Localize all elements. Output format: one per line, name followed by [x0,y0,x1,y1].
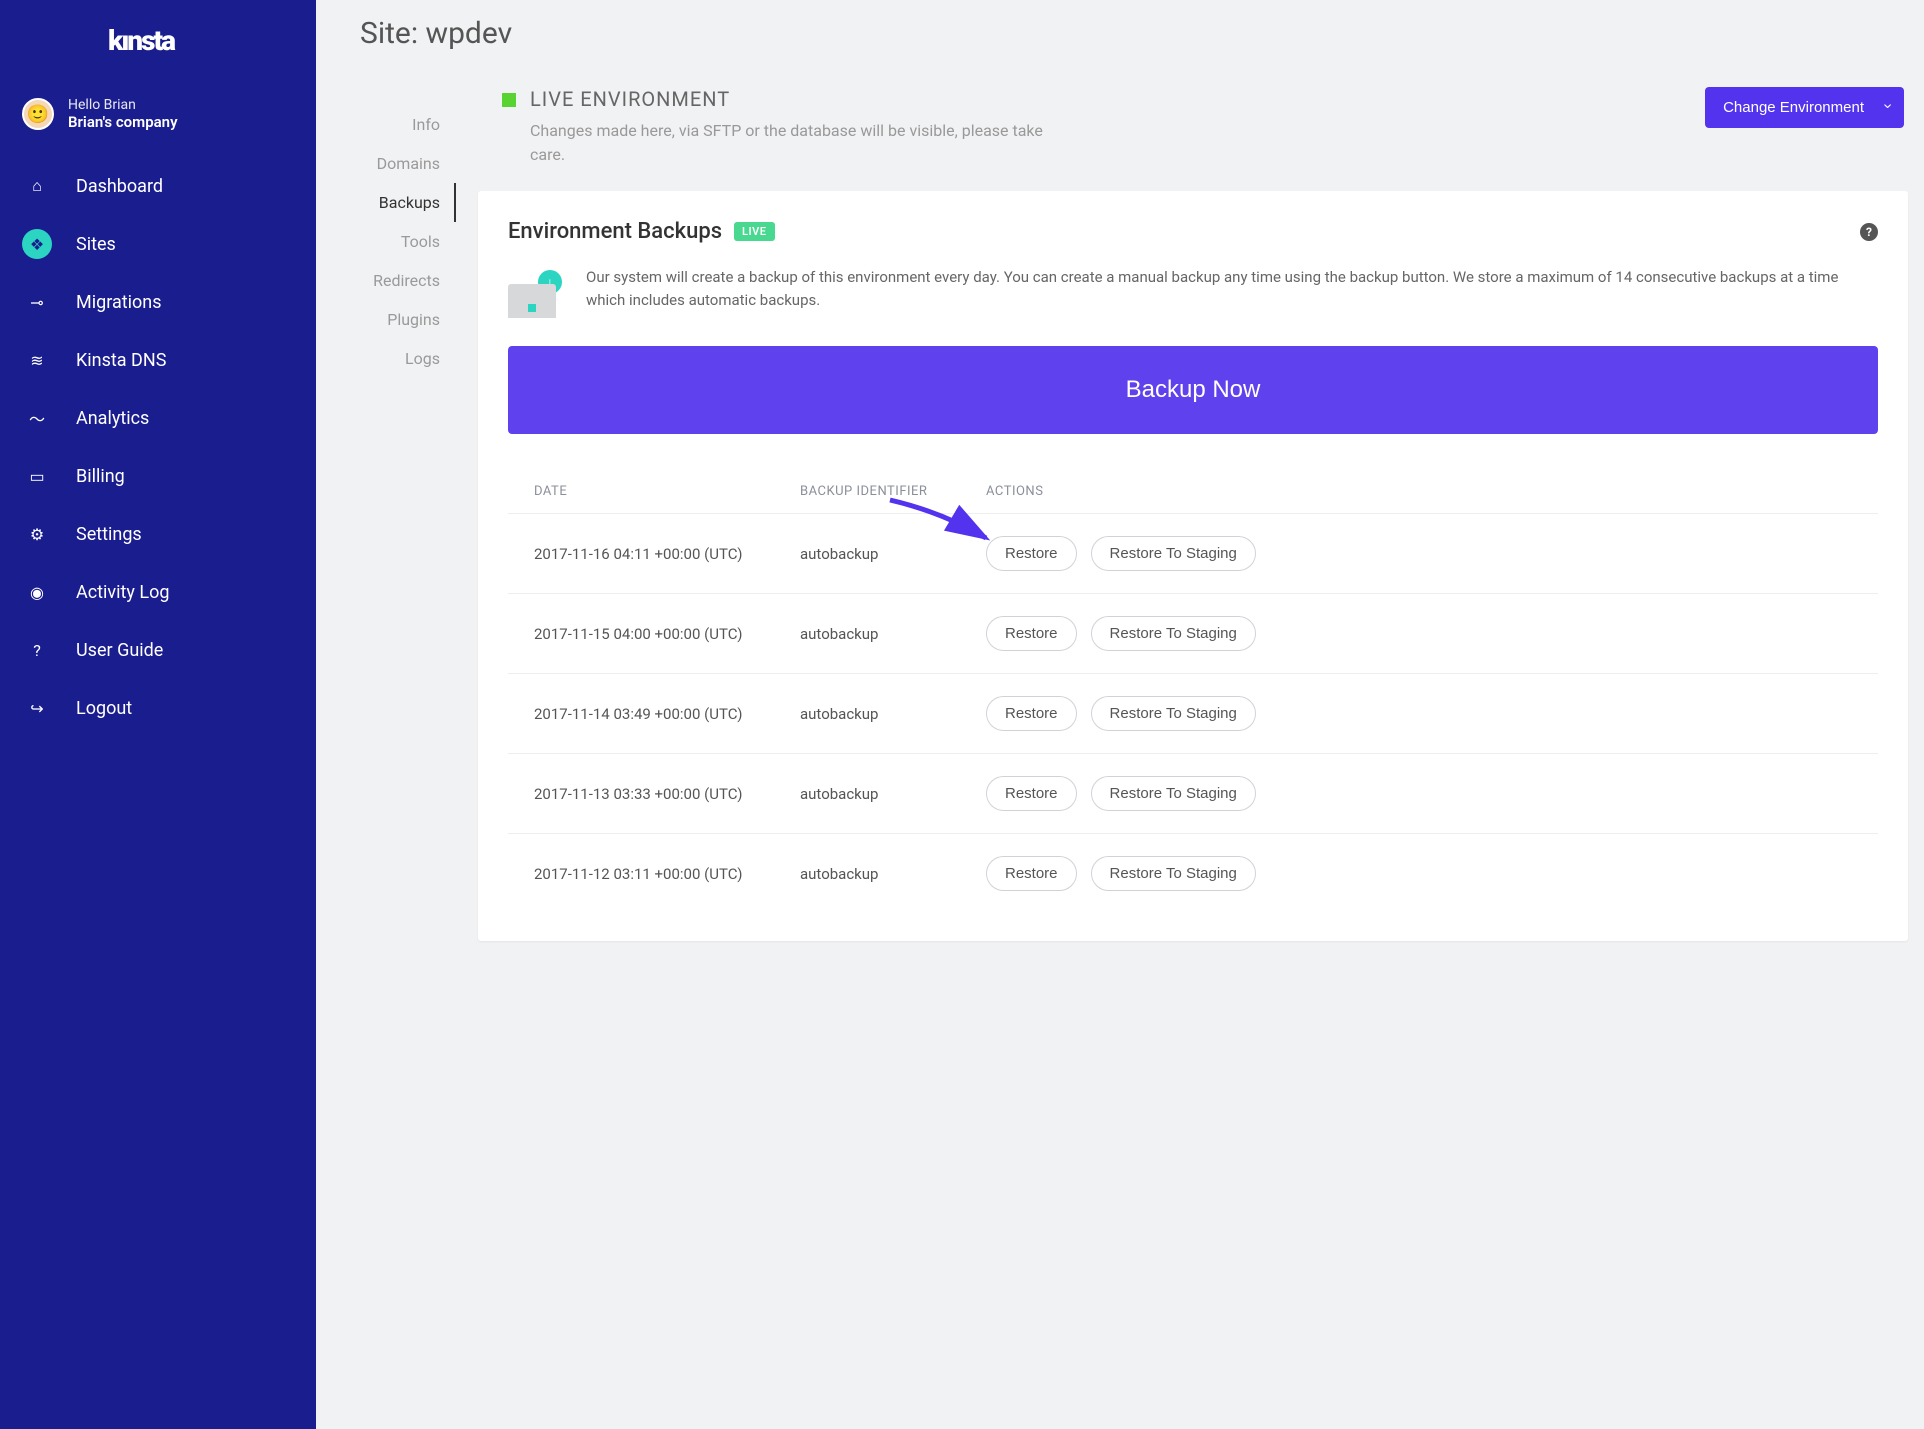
backup-illustration-icon: ↓ [508,266,564,318]
backups-table-header: DATE BACKUP IDENTIFIER ACTIONS [508,474,1878,514]
restore-to-staging-button[interactable]: Restore To Staging [1091,536,1256,571]
restore-to-staging-button[interactable]: Restore To Staging [1091,696,1256,731]
card-title: Environment Backups [508,219,722,244]
subnav-redirects[interactable]: Redirects [360,261,456,300]
table-row: 2017-11-13 03:33 +00:00 (UTC) autobackup… [508,754,1878,834]
backup-identifier: autobackup [800,785,986,803]
backup-identifier: autobackup [800,865,986,883]
table-row: 2017-11-15 04:00 +00:00 (UTC) autobackup… [508,594,1878,674]
environment-header: LIVE ENVIRONMENT Changes made here, via … [478,87,1908,191]
nav-label: Kinsta DNS [76,350,166,371]
backup-date: 2017-11-15 04:00 +00:00 (UTC) [534,625,800,643]
nav-billing[interactable]: ▭ Billing [0,447,316,505]
subnav-plugins[interactable]: Plugins [360,300,456,339]
col-header-identifier: BACKUP IDENTIFIER [800,484,986,499]
nav-sites[interactable]: ❖ Sites [0,215,316,273]
subnav-domains[interactable]: Domains [360,144,456,183]
backup-date: 2017-11-14 03:49 +00:00 (UTC) [534,705,800,723]
restore-to-staging-button[interactable]: Restore To Staging [1091,616,1256,651]
site-subnav: Info Domains Backups Tools Redirects Plu… [360,87,456,378]
restore-to-staging-button[interactable]: Restore To Staging [1091,856,1256,891]
restore-to-staging-button[interactable]: Restore To Staging [1091,776,1256,811]
backups-card: Environment Backups LIVE ? ↓ Our system … [478,191,1908,941]
main: Site: wpdev Info Domains Backups Tools R… [316,0,1924,1429]
restore-button[interactable]: Restore [986,696,1077,731]
nav-kinsta-dns[interactable]: ≋ Kinsta DNS [0,331,316,389]
nav-analytics[interactable]: 〜 Analytics [0,389,316,447]
backup-date: 2017-11-16 04:11 +00:00 (UTC) [534,545,800,563]
dns-icon: ≋ [22,345,52,375]
nav-label: Dashboard [76,176,163,197]
backup-now-button[interactable]: Backup Now [508,346,1878,434]
nav-label: Analytics [76,408,149,429]
table-row: 2017-11-12 03:11 +00:00 (UTC) autobackup… [508,834,1878,913]
col-header-date: DATE [534,484,800,499]
live-badge: LIVE [734,222,774,241]
change-environment-button[interactable]: Change Environment [1705,87,1904,128]
user-block[interactable]: 🙂 Hello Brian Brian's company [0,85,316,157]
live-indicator-icon [502,93,516,107]
logout-icon: ↪ [22,693,52,723]
environment-title: LIVE ENVIRONMENT [530,87,1070,111]
subnav-backups[interactable]: Backups [360,183,456,222]
backup-date: 2017-11-12 03:11 +00:00 (UTC) [534,865,800,883]
eye-icon: ◉ [22,577,52,607]
nav-label: Logout [76,698,132,719]
nav-settings[interactable]: ⚙ Settings [0,505,316,563]
backup-info-text: Our system will create a backup of this … [586,266,1878,318]
user-greeting: Hello Brian [68,97,178,113]
col-header-actions: ACTIONS [986,484,1872,499]
table-row: 2017-11-16 04:11 +00:00 (UTC) autobackup… [508,514,1878,594]
restore-button[interactable]: Restore [986,536,1077,571]
user-text: Hello Brian Brian's company [68,97,178,131]
brand-logo: kınsta [0,20,316,85]
help-icon: ? [22,635,52,665]
sidebar: kınsta 🙂 Hello Brian Brian's company ⌂ D… [0,0,316,1429]
avatar: 🙂 [22,98,54,130]
nav-label: Sites [76,234,116,255]
restore-button[interactable]: Restore [986,856,1077,891]
user-company: Brian's company [68,113,178,131]
environment-description: Changes made here, via SFTP or the datab… [530,119,1070,167]
analytics-icon: 〜 [22,403,52,433]
nav-label: Billing [76,466,125,487]
nav-user-guide[interactable]: ? User Guide [0,621,316,679]
nav-activity-log[interactable]: ◉ Activity Log [0,563,316,621]
help-tooltip-icon[interactable]: ? [1860,223,1878,241]
home-icon: ⌂ [22,171,52,201]
backup-identifier: autobackup [800,545,986,563]
nav-label: Migrations [76,292,162,313]
nav-label: Settings [76,524,142,545]
nav-migrations[interactable]: ⊸ Migrations [0,273,316,331]
table-row: 2017-11-14 03:49 +00:00 (UTC) autobackup… [508,674,1878,754]
nav-label: Activity Log [76,582,169,603]
gear-icon: ⚙ [22,519,52,549]
restore-button[interactable]: Restore [986,616,1077,651]
subnav-logs[interactable]: Logs [360,339,456,378]
sites-icon: ❖ [22,229,52,259]
migrations-icon: ⊸ [22,287,52,317]
page-title: Site: wpdev [360,0,1908,87]
backup-identifier: autobackup [800,625,986,643]
nav-logout[interactable]: ↪ Logout [0,679,316,737]
nav-label: User Guide [76,640,163,661]
backup-identifier: autobackup [800,705,986,723]
nav-dashboard[interactable]: ⌂ Dashboard [0,157,316,215]
subnav-info[interactable]: Info [360,105,456,144]
billing-icon: ▭ [22,461,52,491]
restore-button[interactable]: Restore [986,776,1077,811]
subnav-tools[interactable]: Tools [360,222,456,261]
backup-date: 2017-11-13 03:33 +00:00 (UTC) [534,785,800,803]
